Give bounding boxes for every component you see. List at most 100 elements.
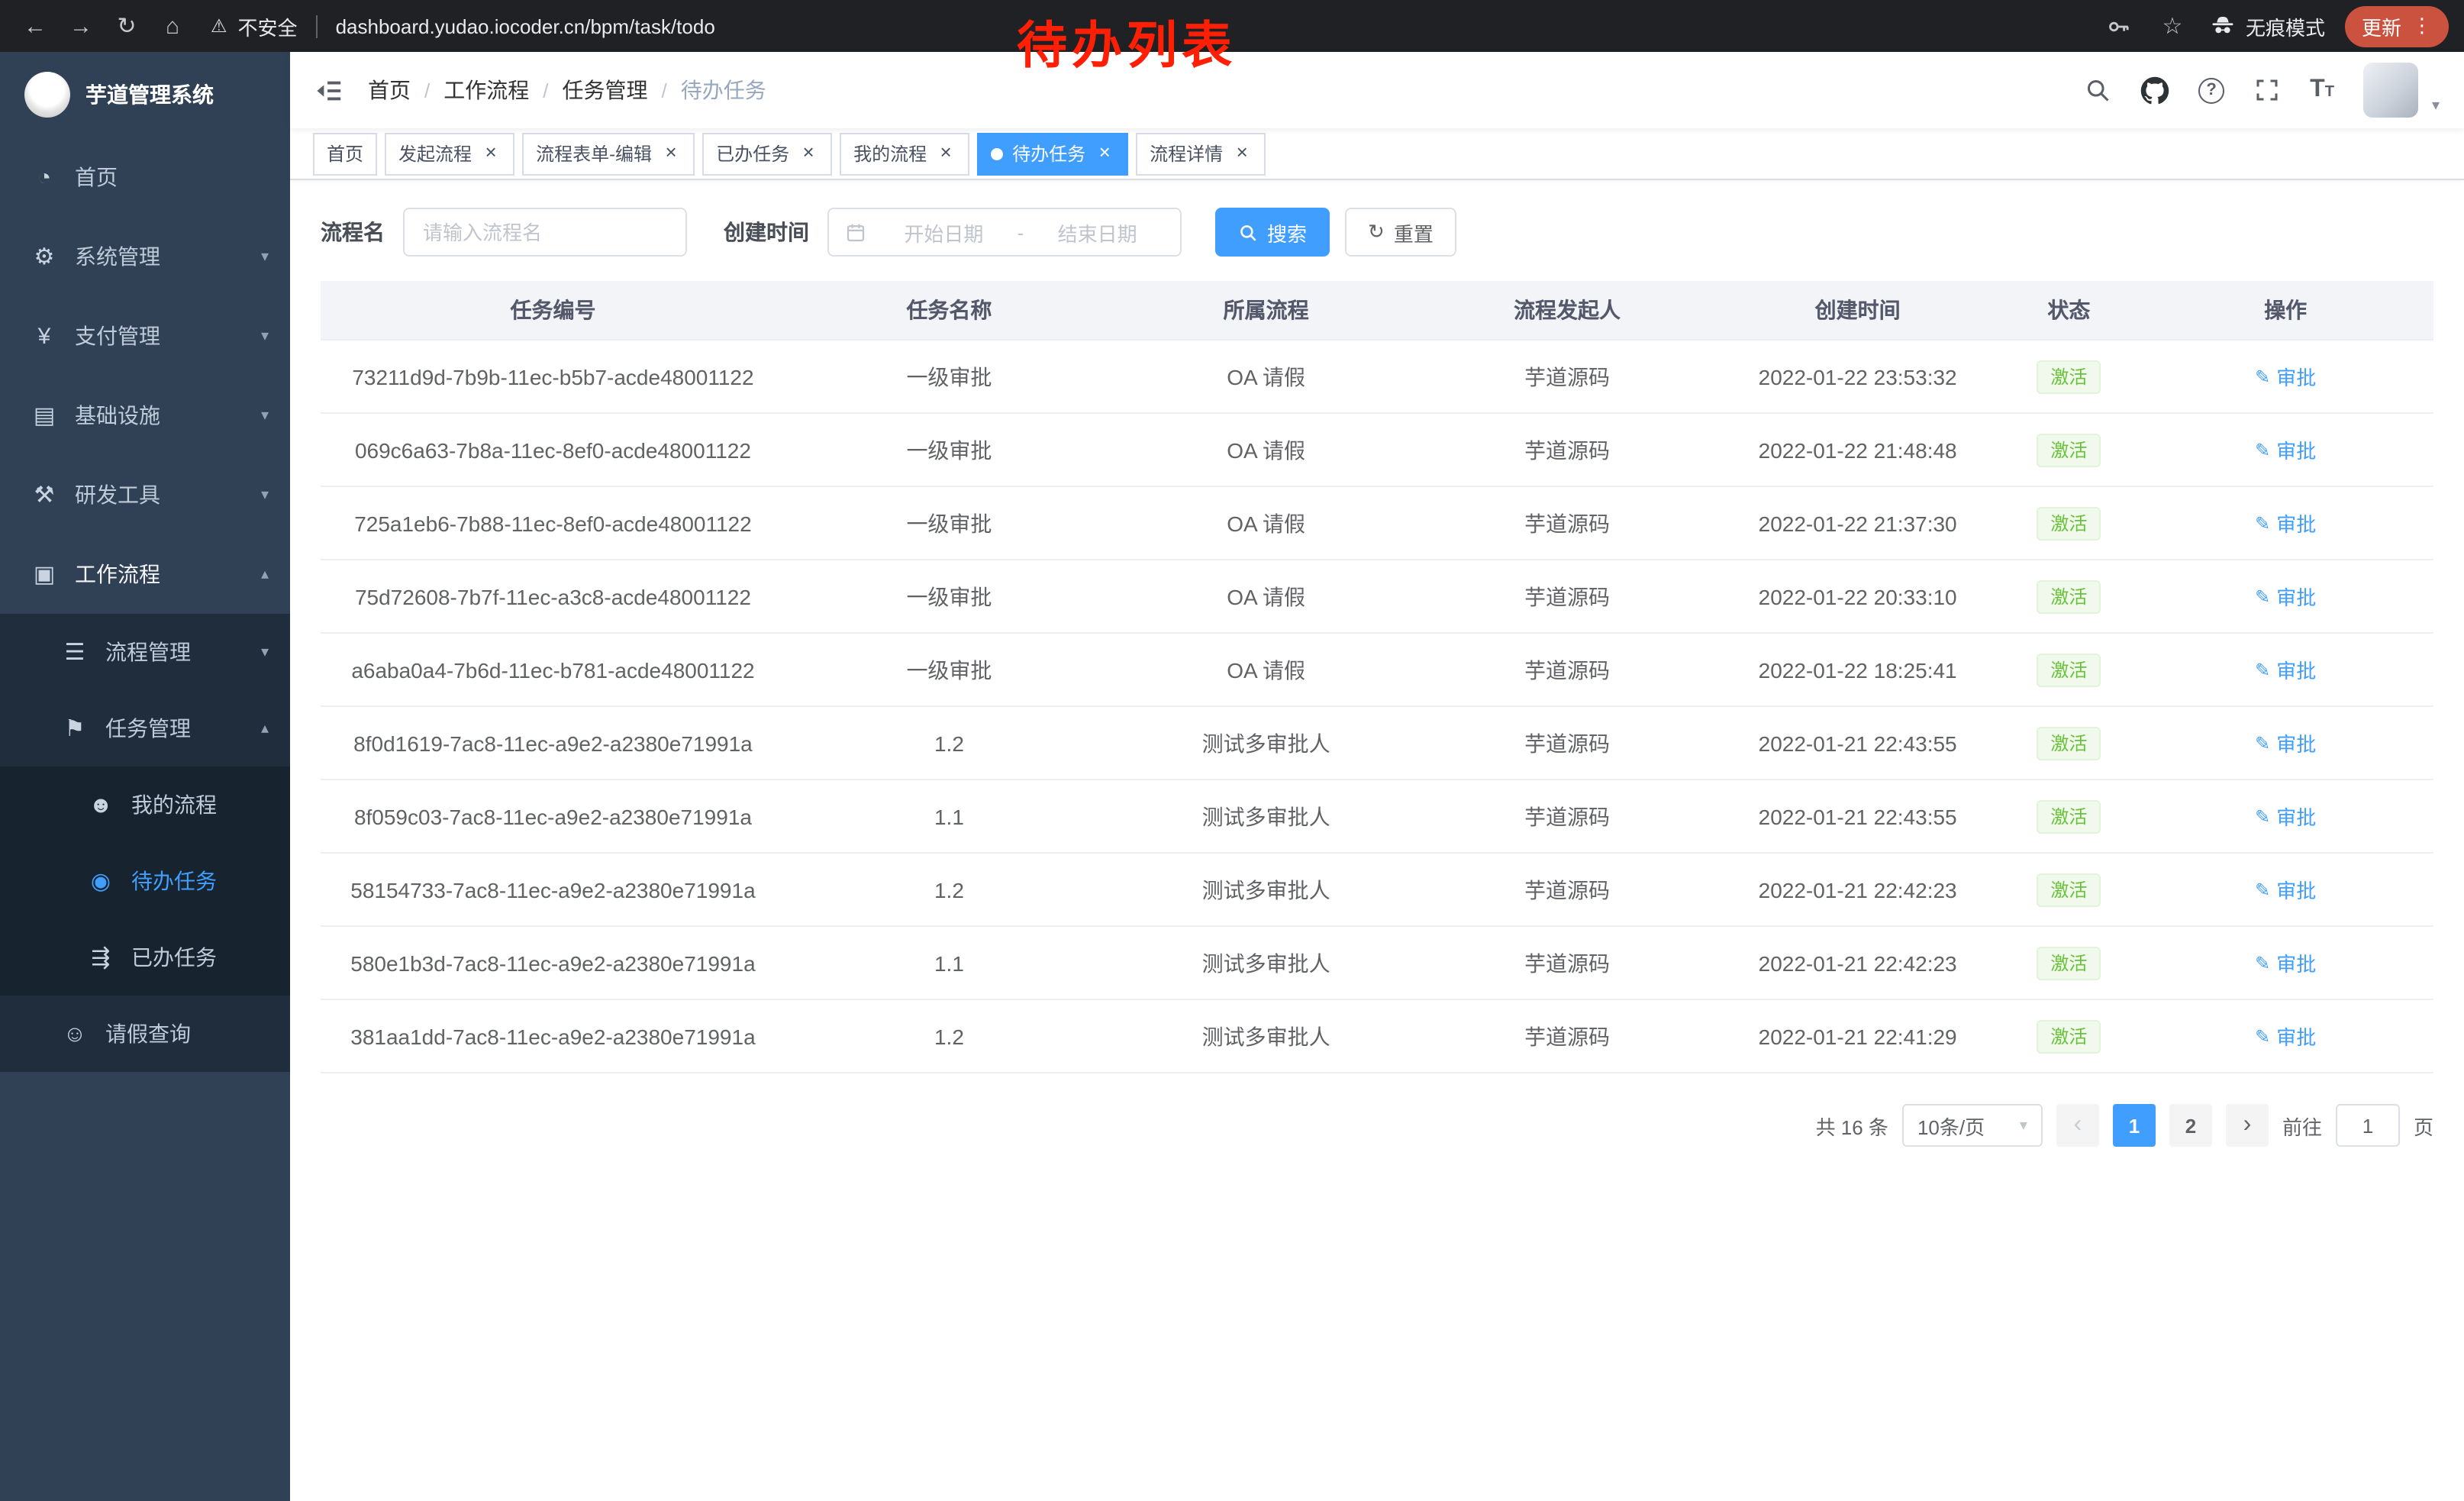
reset-button[interactable]: ↻ 重置 [1345, 208, 1456, 257]
flag-icon: ⚑ [61, 715, 89, 742]
starter-cell: 芋道源码 [1419, 706, 1715, 780]
back-icon[interactable]: ← [15, 6, 55, 46]
status-cell: 激活 [2000, 853, 2137, 926]
sidebar-item-done-tasks[interactable]: ⇶ 已办任务 [0, 919, 290, 996]
col-header-actions: 操作 [2137, 281, 2433, 340]
address-bar[interactable]: ⚠ 不安全 dashboard.yudao.iocoder.cn/bpm/tas… [211, 11, 715, 40]
process-name-input[interactable] [403, 208, 687, 257]
close-icon[interactable]: × [1232, 144, 1252, 163]
close-icon[interactable]: × [1095, 144, 1114, 163]
approve-link[interactable]: ✎审批 [2255, 948, 2316, 977]
collapse-sidebar-icon[interactable] [314, 76, 343, 105]
sidebar-item-todo-tasks[interactable]: ◉ 待办任务 [0, 843, 290, 919]
approve-link[interactable]: ✎审批 [2255, 362, 2316, 391]
actions-cell: ✎审批 [2137, 780, 2433, 853]
close-icon[interactable]: × [936, 144, 956, 163]
status-cell: 激活 [2000, 633, 2137, 706]
help-icon[interactable]: ? [2198, 77, 2224, 103]
approve-link[interactable]: ✎审批 [2255, 802, 2316, 831]
prev-page-button[interactable]: ‹ [2056, 1104, 2099, 1147]
breadcrumb-home[interactable]: 首页 [368, 75, 411, 105]
sidebar-item-leave-query[interactable]: ☺ 请假查询 [0, 996, 290, 1072]
approve-link[interactable]: ✎审批 [2255, 655, 2316, 684]
sidebar-item-payment[interactable]: ¥ 支付管理 ▾ [0, 296, 290, 376]
sidebar-item-task-management[interactable]: ⚑ 任务管理 ▴ [0, 690, 290, 767]
sidebar-item-workflow[interactable]: ▣ 工作流程 ▴ [0, 534, 290, 614]
search-button[interactable]: 搜索 [1215, 208, 1330, 257]
forward-icon[interactable]: → [61, 6, 101, 46]
status-badge: 激活 [2037, 506, 2101, 540]
tab-label: 流程详情 [1150, 140, 1223, 166]
task-id-cell: 580e1b3d-7ac8-11ec-a9e2-a2380e71991a [321, 926, 785, 999]
avatar-caret-icon[interactable]: ▾ [2432, 98, 2440, 115]
sidebar-item-process-management[interactable]: ☰ 流程管理 ▾ [0, 614, 290, 690]
infrastructure-icon: ▤ [31, 402, 58, 429]
sidebar-item-infrastructure[interactable]: ▤ 基础设施 ▾ [0, 376, 290, 455]
tab-start-process[interactable]: 发起流程 × [385, 132, 514, 175]
range-separator: - [1018, 221, 1024, 244]
browser-chrome: ← → ↻ ⌂ ⚠ 不安全 dashboard.yudao.iocoder.cn… [0, 0, 2464, 52]
table-row: 580e1b3d-7ac8-11ec-a9e2-a2380e71991a 1.1… [321, 926, 2433, 999]
reload-icon[interactable]: ↻ [107, 6, 147, 46]
tab-home[interactable]: 首页 [313, 132, 377, 175]
briefcase-icon: ▣ [31, 560, 58, 588]
next-page-button[interactable]: › [2226, 1104, 2269, 1147]
task-id-cell: 8f059c03-7ac8-11ec-a9e2-a2380e71991a [321, 780, 785, 853]
search-icon[interactable] [2084, 76, 2111, 104]
navbar-actions: ? T T ▾ [2084, 63, 2440, 118]
avatar[interactable] [2363, 63, 2418, 118]
tab-todo-tasks[interactable]: 待办任务 × [977, 132, 1128, 175]
approve-link[interactable]: ✎审批 [2255, 508, 2316, 537]
task-name-cell: 1.2 [785, 853, 1113, 926]
status-cell: 激活 [2000, 706, 2137, 780]
app-logo[interactable]: 芋道管理系统 [0, 52, 290, 137]
sidebar-item-label: 已办任务 [131, 942, 269, 973]
sidebar-item-system[interactable]: ⚙ 系统管理 ▾ [0, 217, 290, 296]
date-range-picker[interactable]: 开始日期 - 结束日期 [827, 208, 1182, 257]
approve-label: 审批 [2276, 875, 2316, 904]
actions-cell: ✎审批 [2137, 706, 2433, 780]
approve-link[interactable]: ✎审批 [2255, 582, 2316, 611]
update-button[interactable]: 更新 ⋮ [2345, 5, 2449, 47]
breadcrumb-workflow[interactable]: 工作流程 [443, 75, 529, 105]
close-icon[interactable]: × [798, 144, 818, 163]
close-icon[interactable]: × [481, 144, 501, 163]
tab-process-form-edit[interactable]: 流程表单-编辑 × [522, 132, 695, 175]
tab-my-process[interactable]: 我的流程 × [840, 132, 969, 175]
sidebar-item-label: 任务管理 [105, 713, 261, 744]
font-large-glyph: T [2310, 78, 2325, 102]
breadcrumb-task-management[interactable]: 任务管理 [563, 75, 648, 105]
tab-done-tasks[interactable]: 已办任务 × [702, 132, 832, 175]
fullscreen-icon[interactable] [2253, 76, 2281, 104]
page-2-button[interactable]: 2 [2169, 1104, 2212, 1147]
actions-cell: ✎审批 [2137, 486, 2433, 560]
sidebar-item-my-process[interactable]: ☻ 我的流程 [0, 767, 290, 843]
browser-menu-icon[interactable]: ⋮ [2412, 14, 2432, 38]
starter-cell: 芋道源码 [1419, 633, 1715, 706]
goto-page-input[interactable] [2336, 1104, 2400, 1147]
chevron-down-icon: ▾ [261, 486, 269, 503]
github-icon[interactable] [2140, 76, 2169, 105]
page-1-button[interactable]: 1 [2113, 1104, 2156, 1147]
font-size-icon[interactable]: T T [2310, 78, 2334, 102]
url-text: dashboard.yudao.iocoder.cn/bpm/task/todo [336, 15, 715, 37]
key-icon[interactable] [2102, 6, 2136, 46]
approve-link[interactable]: ✎审批 [2255, 1022, 2316, 1051]
task-id-cell: 75d72608-7b7f-11ec-a3c8-acde48001122 [321, 560, 785, 633]
home-icon[interactable]: ⌂ [153, 6, 192, 46]
sidebar-item-home[interactable]: ◔ 首页 [0, 137, 290, 217]
col-header-task-id: 任务编号 [321, 281, 785, 340]
breadcrumb: 首页 / 工作流程 / 任务管理 / 待办任务 [368, 75, 766, 105]
tab-process-detail[interactable]: 流程详情 × [1136, 132, 1266, 175]
col-header-starter: 流程发起人 [1419, 281, 1715, 340]
approve-link[interactable]: ✎审批 [2255, 435, 2316, 464]
actions-cell: ✎审批 [2137, 413, 2433, 486]
approve-link[interactable]: ✎审批 [2255, 728, 2316, 757]
page-size-select[interactable]: 10条/页 ▾ [1902, 1104, 2043, 1147]
close-icon[interactable]: × [661, 144, 681, 163]
sidebar-item-label: 工作流程 [75, 559, 261, 589]
sidebar-item-devtools[interactable]: ⚒ 研发工具 ▾ [0, 455, 290, 534]
bookmark-star-icon[interactable]: ☆ [2156, 6, 2189, 46]
approve-link[interactable]: ✎审批 [2255, 875, 2316, 904]
approve-label: 审批 [2276, 802, 2316, 831]
